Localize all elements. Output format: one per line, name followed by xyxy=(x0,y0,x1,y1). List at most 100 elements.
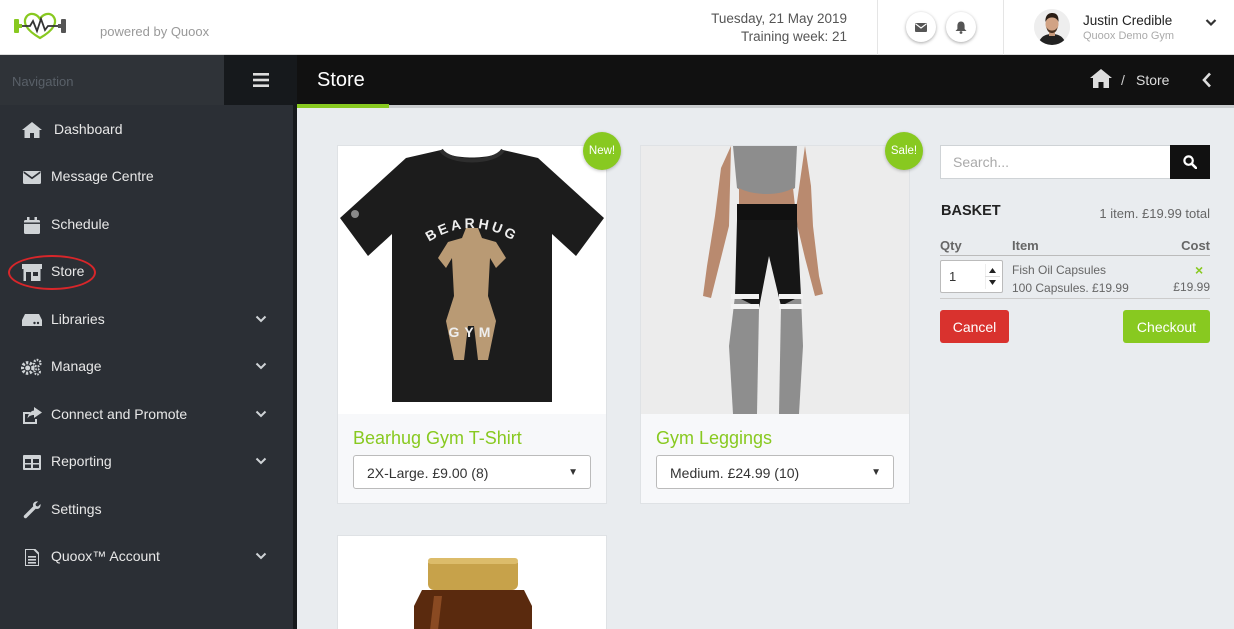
tshirt-print-text: BEARHUG GYM xyxy=(422,215,521,340)
page-title-bar: Store / Store xyxy=(297,55,1234,105)
user-gym: Quoox Demo Gym xyxy=(1083,30,1175,42)
cancel-button[interactable]: Cancel xyxy=(940,310,1009,343)
store-highlight-ring xyxy=(8,255,96,290)
basket-item-details: 100 Capsules. £19.99 xyxy=(1012,281,1129,295)
sidebar-item-message-centre[interactable]: Message Centre xyxy=(0,155,293,199)
selected-option: Medium. £24.99 (10) xyxy=(670,465,800,481)
quantity-stepper[interactable]: 1 xyxy=(940,260,1003,293)
leggings-model-image xyxy=(641,146,909,414)
sidebar-header: Navigation xyxy=(0,55,224,105)
product-card[interactable] xyxy=(337,535,607,629)
svg-text:BEARHUG: BEARHUG xyxy=(422,215,521,244)
header-divider xyxy=(877,0,878,55)
top-header: powered by Quoox Tuesday, 21 May 2019 Tr… xyxy=(0,0,1234,55)
tshirt-print-top: BEARHUG xyxy=(422,215,518,244)
drive-icon xyxy=(21,310,42,330)
sidebar-item-dashboard[interactable]: Dashboard xyxy=(0,108,293,152)
basket-item-cost: £19.99 xyxy=(1173,280,1210,294)
supplement-jar-image xyxy=(414,558,532,629)
envelope-icon xyxy=(21,167,42,187)
envelope-icon xyxy=(915,22,927,32)
sidebar-item-label: Connect and Promote xyxy=(51,406,188,422)
chevron-down-icon[interactable] xyxy=(1205,18,1217,27)
search-input[interactable] xyxy=(940,145,1171,179)
selected-option: 2X-Large. £9.00 (8) xyxy=(367,465,489,481)
remove-item-button[interactable]: × xyxy=(1195,262,1203,278)
item-column-header: Item xyxy=(1012,238,1039,253)
notifications-button[interactable] xyxy=(946,12,976,42)
chevron-down-icon xyxy=(255,362,267,370)
messages-button[interactable] xyxy=(906,12,936,42)
sidebar-item-label: Message Centre xyxy=(51,168,154,184)
sidebar-item-reporting[interactable]: Reporting xyxy=(0,440,293,484)
share-icon xyxy=(21,405,42,425)
product-image[interactable]: BEARHUG GYM xyxy=(338,146,606,414)
page-bar-shadow xyxy=(297,105,1234,108)
breadcrumb-home-icon[interactable] xyxy=(1090,69,1112,88)
product-name[interactable]: Gym Leggings xyxy=(656,428,772,449)
sidebar-scrollbar[interactable] xyxy=(293,55,297,629)
basket-summary: 1 item. £19.99 total xyxy=(1099,206,1210,221)
product-image[interactable] xyxy=(641,146,909,414)
chevron-down-icon xyxy=(255,410,267,418)
qty-column-header: Qty xyxy=(940,238,962,253)
product-card[interactable]: Gym Leggings Medium. £24.99 (10) ▼ xyxy=(640,145,910,504)
sale-badge: Sale! xyxy=(885,132,923,170)
home-icon xyxy=(21,120,42,140)
menu-toggle-button[interactable] xyxy=(224,55,297,105)
sidebar-item-label: Dashboard xyxy=(54,121,123,137)
product-option-select[interactable]: 2X-Large. £9.00 (8) ▼ xyxy=(353,455,591,489)
chevron-down-icon xyxy=(255,457,267,465)
product-card[interactable]: BEARHUG GYM Bearhug Gym T-Shirt 2X-Large… xyxy=(337,145,607,504)
user-avatar[interactable] xyxy=(1034,9,1070,45)
sidebar: Navigation Dashboard Message Centre Sche… xyxy=(0,55,297,629)
app-logo[interactable] xyxy=(12,10,68,42)
gears-icon xyxy=(21,357,42,377)
dropdown-arrow-icon: ▼ xyxy=(568,467,578,478)
sidebar-item-libraries[interactable]: Libraries xyxy=(0,298,293,342)
sidebar-title: Navigation xyxy=(12,74,74,89)
product-name[interactable]: Bearhug Gym T-Shirt xyxy=(353,428,522,449)
chevron-down-icon xyxy=(255,315,267,323)
breadcrumb-current: Store xyxy=(1136,72,1170,88)
sidebar-item-label: Settings xyxy=(51,501,102,517)
sidebar-item-label: Manage xyxy=(51,358,102,374)
page-title: Store xyxy=(317,69,365,91)
sidebar-item-label: Libraries xyxy=(51,311,105,327)
basket-item-name: Fish Oil Capsules xyxy=(1012,263,1107,277)
product-option-select[interactable]: Medium. £24.99 (10) ▼ xyxy=(656,455,894,489)
document-icon xyxy=(21,547,42,567)
powered-by-text: powered by Quoox xyxy=(100,24,210,39)
dropdown-arrow-icon: ▼ xyxy=(871,467,881,478)
sidebar-item-settings[interactable]: Settings xyxy=(0,488,293,532)
quantity-value: 1 xyxy=(949,269,957,284)
sidebar-item-schedule[interactable]: Schedule xyxy=(0,203,293,247)
hamburger-icon xyxy=(252,73,269,87)
chevron-down-icon xyxy=(255,552,267,560)
date-block: Tuesday, 21 May 2019 Training week: 21 xyxy=(711,10,847,46)
header-divider xyxy=(1003,0,1004,55)
new-badge: New! xyxy=(583,132,621,170)
page-title-accent xyxy=(297,104,389,108)
tshirt-print-bottom: GYM xyxy=(449,324,496,340)
cost-column-header: Cost xyxy=(1181,238,1210,253)
calendar-icon xyxy=(21,215,42,235)
table-icon xyxy=(21,452,42,472)
sidebar-item-label: Quoox™ Account xyxy=(51,548,160,564)
spinner-arrows-icon[interactable] xyxy=(985,264,1000,289)
training-week: Training week: 21 xyxy=(740,29,847,44)
user-name[interactable]: Justin Credible xyxy=(1083,13,1172,28)
bell-icon xyxy=(955,21,967,34)
user-photo xyxy=(1034,9,1070,45)
sidebar-item-connect-and-promote[interactable]: Connect and Promote xyxy=(0,393,293,437)
search-icon xyxy=(1183,155,1197,169)
sidebar-item-label: Schedule xyxy=(51,216,110,232)
sidebar-item-label: Reporting xyxy=(51,453,112,469)
checkout-button[interactable]: Checkout xyxy=(1123,310,1210,343)
search-button[interactable] xyxy=(1170,145,1210,179)
sidebar-item-manage[interactable]: Manage xyxy=(0,345,293,389)
chevron-left-icon[interactable] xyxy=(1202,72,1212,88)
product-image[interactable] xyxy=(338,536,606,629)
wrench-icon xyxy=(21,500,42,520)
sidebar-item-quoox-account[interactable]: Quoox™ Account xyxy=(0,535,293,579)
